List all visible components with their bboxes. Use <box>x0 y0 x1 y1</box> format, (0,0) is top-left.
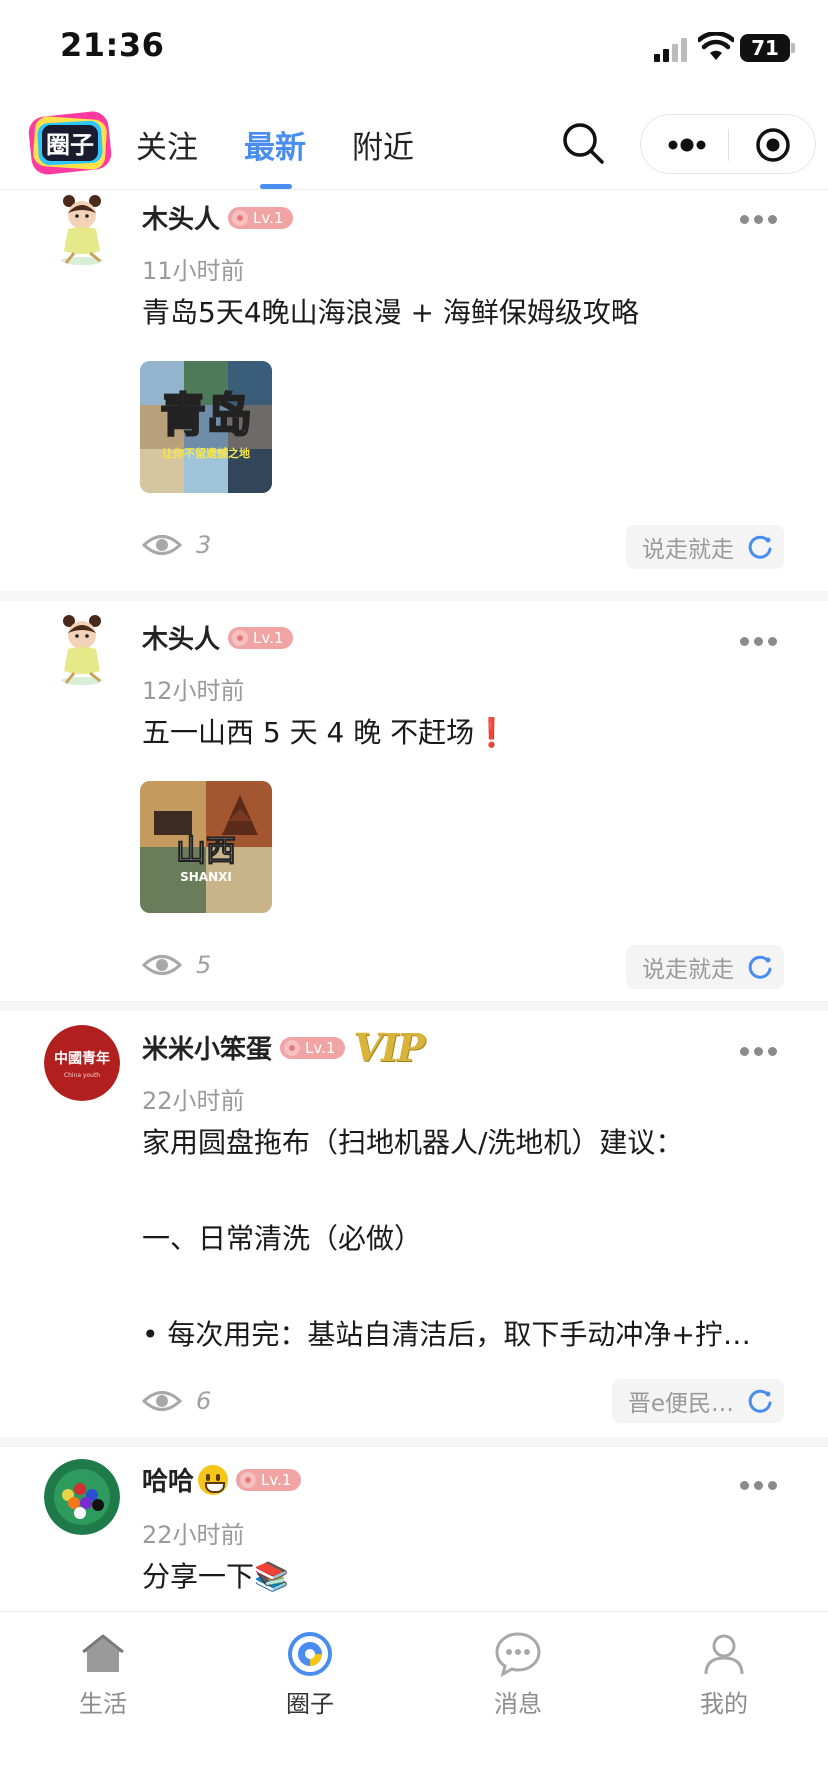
author-name: 哈哈 <box>142 1467 195 1497</box>
post-content[interactable]: 分享一下📚 <box>142 1553 289 1601</box>
post-image[interactable]: 山西 SHANXI <box>140 781 272 913</box>
home-icon <box>82 1634 124 1672</box>
author-name: 木头人 <box>142 625 221 655</box>
capsule-divider <box>728 129 729 161</box>
tabbar-item-messages[interactable]: 消息 <box>458 1630 578 1719</box>
image-title: 山西 <box>176 834 236 869</box>
user-avatar[interactable]: 中國青年 China youth <box>44 1025 120 1101</box>
status-time: 21:36 <box>60 26 165 64</box>
content-line-blank <box>142 1263 751 1311</box>
more-options-icon[interactable] <box>659 125 715 165</box>
post-feed[interactable]: 木头人 Lv.1 11小时前 青岛5天4晚山海浪漫 + 海鲜保姆级攻略 青岛 让… <box>0 191 828 1611</box>
wifi-icon <box>698 32 734 60</box>
content-line: • 每次用完：基站自清洁后，取下手动冲净+拧… <box>142 1318 751 1351</box>
eye-icon <box>142 1391 182 1411</box>
search-icon[interactable] <box>560 120 606 166</box>
tab-following[interactable]: 关注 <box>136 122 198 167</box>
post-more-button[interactable] <box>740 1041 782 1056</box>
badge-star-icon <box>284 1039 301 1056</box>
eye-icon <box>142 955 182 975</box>
author-name: 木头人 <box>142 205 221 235</box>
user-avatar[interactable] <box>44 1459 120 1535</box>
view-count: 6 <box>142 1387 211 1415</box>
vip-badge: VIP <box>353 1025 425 1070</box>
badge-star-icon <box>232 629 249 646</box>
tabbar-item-circle[interactable]: 圈子 <box>250 1630 370 1719</box>
post-card[interactable]: 哈哈 Lv.1 22小时前 分享一下📚 <box>0 1447 828 1611</box>
post-author[interactable]: 米米小笨蛋 Lv.1 VIP <box>142 1025 425 1070</box>
post-more-button[interactable] <box>740 1475 782 1490</box>
badge-star-icon <box>232 209 249 226</box>
content-line: 家用圆盘拖布（扫地机器人/洗地机）建议： <box>142 1126 684 1159</box>
eye-icon <box>142 535 182 555</box>
post-author[interactable]: 木头人 Lv.1 <box>142 619 294 656</box>
badge-star-icon <box>240 1471 257 1488</box>
content-line-blank <box>142 1167 751 1215</box>
view-count: 5 <box>142 951 211 979</box>
user-avatar[interactable] <box>44 191 120 267</box>
post-card[interactable]: 中國青年 China youth 米米小笨蛋 Lv.1 VIP 22小时前 家用… <box>0 1011 828 1437</box>
view-count: 3 <box>142 531 211 559</box>
circle-icon <box>288 1632 332 1676</box>
post-content[interactable]: 青岛5天4晚山海浪漫 + 海鲜保姆级攻略 <box>142 289 639 337</box>
battery-level: 71 <box>751 36 779 60</box>
topic-tag[interactable]: 说走就走 <box>626 945 784 989</box>
battery-icon: 71 <box>740 34 796 62</box>
app-logo: 圈子 <box>28 111 112 175</box>
user-avatar[interactable] <box>44 611 120 687</box>
topic-tag[interactable]: 说走就走 <box>626 525 784 569</box>
level-badge: Lv.1 <box>236 1468 302 1491</box>
post-card[interactable]: 木头人 Lv.1 12小时前 五一山西 5 天 4 晚 不赶场❗ 山西 SHAN… <box>0 601 828 1001</box>
topic-tag[interactable]: 晋e便民… <box>611 1379 784 1423</box>
post-time: 12小时前 <box>142 677 245 705</box>
avatar-subtext: China youth <box>64 1072 100 1079</box>
close-miniprogram-icon[interactable] <box>753 125 793 165</box>
refresh-icon <box>748 955 772 979</box>
post-image[interactable]: 青岛 让你不留遗憾之地 <box>140 361 272 493</box>
chat-icon <box>495 1632 541 1677</box>
level-badge: Lv.1 <box>228 626 294 649</box>
refresh-icon <box>748 535 772 559</box>
image-title: 青岛 <box>160 388 252 442</box>
post-time: 22小时前 <box>142 1521 245 1549</box>
level-badge: Lv.1 <box>228 206 294 229</box>
top-nav: 圈子 关注 最新 附近 <box>0 100 828 190</box>
post-time: 22小时前 <box>142 1087 245 1115</box>
cellular-signal-icon <box>654 38 687 62</box>
post-author[interactable]: 哈哈 Lv.1 <box>142 1461 302 1498</box>
active-tab-indicator <box>260 184 292 189</box>
user-icon <box>704 1634 744 1675</box>
tabbar-item-life[interactable]: 生活 <box>43 1630 163 1719</box>
post-time: 11小时前 <box>142 257 245 285</box>
post-content[interactable]: 家用圆盘拖布（扫地机器人/洗地机）建议： 一、日常清洗（必做） • 每次用完：基… <box>142 1119 751 1359</box>
bottom-tab-bar: 生活 圈子 消息 我的 <box>0 1611 828 1792</box>
mini-program-capsule <box>640 114 816 174</box>
tab-nearby[interactable]: 附近 <box>352 122 414 167</box>
post-author[interactable]: 木头人 Lv.1 <box>142 199 294 236</box>
status-bar: 21:36 71 <box>0 0 828 100</box>
post-more-button[interactable] <box>740 631 782 646</box>
tab-latest[interactable]: 最新 <box>244 122 306 167</box>
author-name: 米米小笨蛋 <box>142 1035 273 1065</box>
post-content[interactable]: 五一山西 5 天 4 晚 不赶场❗ <box>142 709 509 757</box>
logo-text: 圈子 <box>46 131 94 159</box>
level-badge: Lv.1 <box>280 1036 346 1059</box>
grinning-emoji-icon <box>198 1464 229 1495</box>
image-caption: SHANXI <box>180 870 232 884</box>
post-card[interactable]: 木头人 Lv.1 11小时前 青岛5天4晚山海浪漫 + 海鲜保姆级攻略 青岛 让… <box>0 191 828 591</box>
avatar-text: 中國青年 <box>54 1050 110 1067</box>
content-line: 一、日常清洗（必做） <box>142 1222 423 1255</box>
post-more-button[interactable] <box>740 209 782 224</box>
tabbar-item-mine[interactable]: 我的 <box>664 1630 784 1719</box>
image-caption: 让你不留遗憾之地 <box>162 446 250 460</box>
refresh-icon <box>748 1389 772 1413</box>
